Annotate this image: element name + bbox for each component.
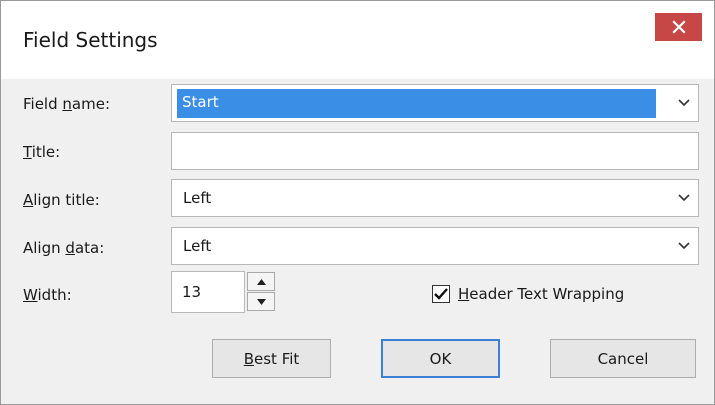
- align-data-select[interactable]: Left: [171, 227, 699, 265]
- spin-up-button[interactable]: [247, 272, 275, 291]
- dialog-title: Field Settings: [23, 28, 158, 52]
- best-fit-button[interactable]: Best Fit: [212, 339, 331, 378]
- cancel-label: Cancel: [597, 349, 649, 368]
- selection-highlight: [177, 89, 656, 118]
- chevron-down-icon[interactable]: [678, 242, 690, 250]
- field-settings-dialog: Field Settings Field name: Start Title: …: [0, 0, 715, 405]
- header-text-wrapping-option[interactable]: Header Text Wrapping: [432, 285, 624, 303]
- align-title-value: Left: [183, 189, 212, 207]
- header-text-wrapping-label: Header Text Wrapping: [458, 285, 625, 303]
- close-icon: [671, 20, 686, 34]
- width-value: 13: [182, 283, 202, 301]
- spin-down-button[interactable]: [247, 292, 275, 311]
- width-spinner: [247, 272, 275, 312]
- triangle-down-icon: [256, 298, 266, 305]
- title-label: Title:: [23, 143, 61, 161]
- title-input[interactable]: [171, 132, 699, 170]
- ok-button[interactable]: OK: [381, 339, 500, 378]
- width-label: Width:: [23, 286, 72, 304]
- triangle-up-icon: [256, 278, 266, 285]
- field-name-combobox[interactable]: Start: [171, 84, 699, 122]
- field-name-label: Field name:: [23, 95, 110, 113]
- align-title-select[interactable]: Left: [171, 179, 699, 217]
- title-bar[interactable]: Field Settings: [1, 1, 714, 79]
- width-input[interactable]: 13: [171, 271, 245, 313]
- chevron-down-icon[interactable]: [678, 194, 690, 202]
- close-button[interactable]: [655, 13, 702, 41]
- checkmark-icon: [434, 288, 448, 300]
- align-data-label: Align data:: [23, 239, 105, 257]
- best-fit-label: Best Fit: [243, 349, 300, 368]
- cancel-button[interactable]: Cancel: [550, 339, 696, 378]
- align-title-label: Align title:: [23, 191, 100, 209]
- ok-label: OK: [429, 349, 452, 368]
- chevron-down-icon[interactable]: [678, 99, 690, 107]
- field-name-value: Start: [182, 93, 219, 111]
- header-text-wrapping-checkbox[interactable]: [432, 285, 450, 303]
- align-data-value: Left: [183, 237, 212, 255]
